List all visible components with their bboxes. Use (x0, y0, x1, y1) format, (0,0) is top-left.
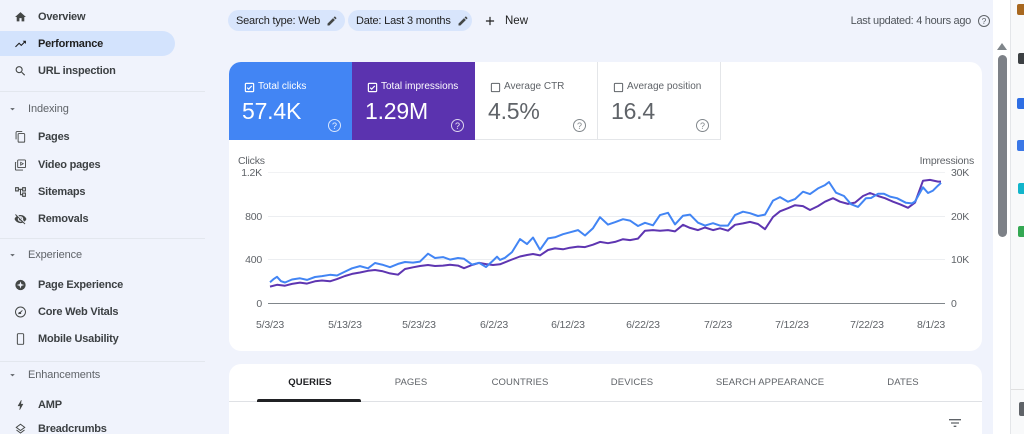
svg-text:6/2/23: 6/2/23 (480, 319, 508, 331)
svg-text:0: 0 (951, 298, 957, 310)
svg-text:5/23/23: 5/23/23 (402, 319, 436, 331)
svg-text:Impressions: Impressions (920, 155, 974, 167)
svg-text:10K: 10K (951, 254, 969, 266)
svg-text:5/13/23: 5/13/23 (328, 319, 362, 331)
svg-text:8/1/23: 8/1/23 (917, 319, 945, 331)
svg-text:5/3/23: 5/3/23 (256, 319, 284, 331)
svg-text:0: 0 (256, 298, 262, 310)
svg-text:1.2K: 1.2K (241, 167, 262, 179)
svg-text:7/12/23: 7/12/23 (775, 319, 809, 331)
svg-text:6/12/23: 6/12/23 (551, 319, 585, 331)
svg-text:6/22/23: 6/22/23 (626, 319, 660, 331)
svg-text:800: 800 (245, 211, 262, 223)
svg-text:Clicks: Clicks (238, 155, 265, 167)
svg-text:400: 400 (245, 254, 262, 266)
svg-text:7/22/23: 7/22/23 (850, 319, 884, 331)
svg-text:7/2/23: 7/2/23 (704, 319, 732, 331)
svg-text:20K: 20K (951, 211, 969, 223)
svg-text:30K: 30K (951, 167, 969, 179)
